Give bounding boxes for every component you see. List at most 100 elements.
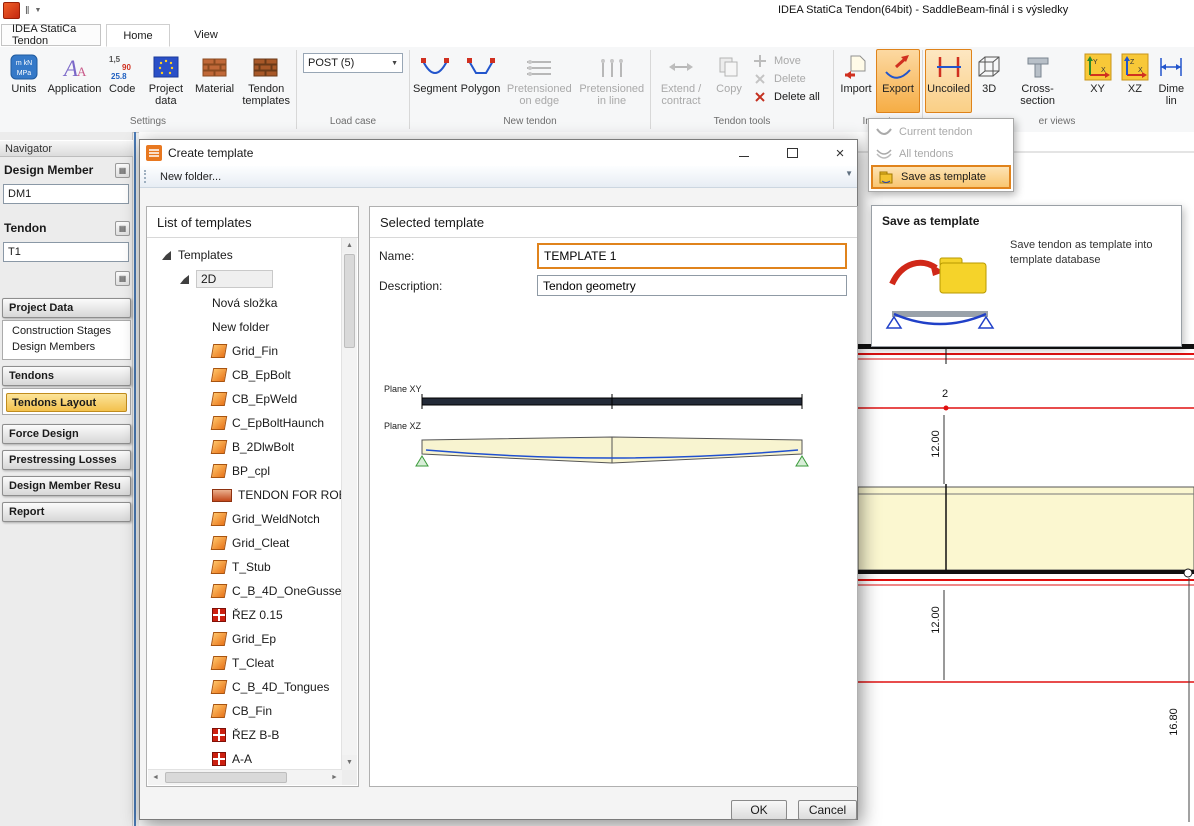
design-member-select[interactable]: DM1: [3, 184, 129, 204]
tree-item-tendon-for-rob[interactable]: TENDON FOR ROB: [148, 483, 342, 507]
tree-expander-icon[interactable]: [162, 251, 171, 260]
view-xz-button[interactable]: ZX XZ: [1116, 49, 1153, 113]
tree-horizontal-scrollbar[interactable]: ◄ ►: [148, 769, 342, 785]
section-icon: [212, 608, 226, 622]
cross-section-button[interactable]: Cross-section: [1006, 49, 1069, 113]
tree-item-grid-weldnotch[interactable]: Grid_WeldNotch: [148, 507, 342, 531]
tooltip-description: Save tendon as template into template da…: [1010, 238, 1174, 268]
qat-dropdown-icon[interactable]: ▼: [35, 7, 42, 14]
tree-item-ez-0-15[interactable]: ŘEZ 0.15: [148, 603, 342, 627]
toolbar-grip[interactable]: [144, 170, 149, 183]
nav-project-data-button[interactable]: Project Data: [2, 298, 131, 318]
import-button[interactable]: Import: [836, 49, 876, 113]
tree-item-t-stub[interactable]: T_Stub: [148, 555, 342, 579]
tree-vertical-scrollbar[interactable]: ▲ ▼: [341, 238, 357, 770]
dimension-lines-button[interactable]: Dime lin: [1154, 49, 1189, 113]
code-icon: 1,59025.8: [106, 52, 138, 82]
application-button[interactable]: AA Application: [46, 49, 104, 113]
nav-design-members-item[interactable]: Design Members: [3, 339, 130, 355]
template-name-input[interactable]: [537, 243, 847, 269]
tree-item-templates[interactable]: Templates: [148, 243, 342, 267]
dialog-titlebar[interactable]: Create template ×: [140, 140, 857, 167]
material-button[interactable]: Material: [191, 49, 239, 113]
tree-item-cb-fin[interactable]: CB_Fin: [148, 699, 342, 723]
minimize-button[interactable]: [735, 144, 753, 162]
tree-item-cb-epbolt[interactable]: CB_EpBolt: [148, 363, 342, 387]
tree-item-grid-cleat[interactable]: Grid_Cleat: [148, 531, 342, 555]
view-splitter[interactable]: [134, 132, 136, 826]
delete-all-button[interactable]: Delete all: [749, 88, 831, 106]
svg-text:Z: Z: [1130, 59, 1135, 66]
group-label-settings: Settings: [0, 115, 296, 129]
list-of-templates-panel: List of templates Templates2DNová složka…: [146, 206, 359, 787]
nav-prestressing-losses-button[interactable]: Prestressing Losses: [2, 450, 131, 470]
tree-item-c-b-4d-tongues[interactable]: C_B_4D_Tongues: [148, 675, 342, 699]
nav-tendons-button[interactable]: Tendons: [2, 366, 131, 386]
move-button: Move: [749, 52, 831, 70]
tree-item-cb-epweld[interactable]: CB_EpWeld: [148, 387, 342, 411]
new-folder-button[interactable]: New folder...: [154, 169, 227, 185]
tree-item-grid-fin[interactable]: Grid_Fin: [148, 339, 342, 363]
polygon-button[interactable]: Polygon: [458, 49, 503, 113]
scroll-left-icon[interactable]: ◄: [148, 774, 163, 781]
tab-view[interactable]: View: [176, 24, 236, 46]
load-case-select[interactable]: POST (5) ▼: [303, 53, 403, 73]
scroll-up-icon[interactable]: ▲: [342, 238, 357, 253]
tree-item-ez-b-b[interactable]: ŘEZ B-B: [148, 723, 342, 747]
tree-item-a-a[interactable]: A-A: [148, 747, 342, 770]
template-icon: [211, 512, 227, 526]
nav-design-member-results-button[interactable]: Design Member Resu: [2, 476, 131, 496]
svg-text:1,5: 1,5: [109, 55, 121, 64]
pin-icon[interactable]: ‖: [25, 5, 30, 17]
template-icon: [211, 584, 227, 598]
template-icon: [211, 368, 227, 382]
nav-tendons-layout-item[interactable]: Tendons Layout: [6, 393, 127, 412]
cancel-button[interactable]: Cancel: [798, 800, 857, 820]
material-icon: [199, 52, 231, 82]
menu-item-save-as-template[interactable]: Save as template: [871, 165, 1011, 189]
tree-item-nov-slo-ka[interactable]: Nová složka: [148, 291, 342, 315]
tab-home[interactable]: Home: [106, 24, 170, 47]
nav-construction-stages-item[interactable]: Construction Stages: [3, 323, 130, 339]
scrollbar-thumb[interactable]: [344, 254, 355, 348]
segment-button[interactable]: Segment: [412, 49, 458, 113]
ok-button[interactable]: OK: [731, 800, 787, 820]
export-button[interactable]: Export: [876, 49, 920, 113]
tree-item-grid-ep[interactable]: Grid_Ep: [148, 627, 342, 651]
close-icon[interactable]: ×: [831, 144, 849, 162]
uncoiled-button[interactable]: Uncoiled: [925, 49, 972, 113]
tree-item-new-folder[interactable]: New folder: [148, 315, 342, 339]
scroll-right-icon[interactable]: ►: [327, 774, 342, 781]
tree-item-label: ŘEZ 0.15: [232, 608, 283, 622]
tree-item-c-epbolthaunch[interactable]: C_EpBoltHaunch: [148, 411, 342, 435]
tendon-settings-button[interactable]: ▦: [115, 271, 130, 286]
tab-app-menu[interactable]: IDEA StatiCa Tendon: [1, 24, 101, 46]
project-data-button[interactable]: Project data: [141, 49, 191, 113]
tendon-templates-button[interactable]: Tendon templates: [238, 49, 294, 113]
tendon-menu-button[interactable]: ▦: [115, 221, 130, 236]
code-button[interactable]: 1,59025.8 Code: [103, 49, 141, 113]
app-icon[interactable]: [3, 2, 20, 19]
tree-expander-icon[interactable]: [180, 275, 189, 284]
3d-button[interactable]: 3D: [972, 49, 1006, 113]
tendon-select[interactable]: T1: [3, 242, 129, 262]
maximize-button[interactable]: [783, 144, 801, 162]
units-button[interactable]: m kNMPa Units: [2, 49, 46, 113]
scroll-down-icon[interactable]: ▼: [342, 755, 357, 770]
tree-item-t-cleat[interactable]: T_Cleat: [148, 651, 342, 675]
template-description-input[interactable]: [537, 275, 847, 296]
tree-item-b-2dlwbolt[interactable]: B_2DlwBolt: [148, 435, 342, 459]
scrollbar-thumb[interactable]: [165, 772, 287, 783]
tree-item-label: Nová složka: [212, 296, 277, 310]
tree-item-label: C_EpBoltHaunch: [232, 416, 324, 430]
navigator-header: Navigator: [0, 140, 133, 157]
tree-item-c-b-4d-onegusse[interactable]: C_B_4D_OneGusse: [148, 579, 342, 603]
tree-item-2d[interactable]: 2D: [148, 267, 342, 291]
toolbar-overflow-icon[interactable]: ▼: [845, 169, 853, 178]
view-xy-button[interactable]: YX XY: [1079, 49, 1116, 113]
nav-report-button[interactable]: Report: [2, 502, 131, 522]
design-member-menu-button[interactable]: ▦: [115, 163, 130, 178]
nav-force-design-button[interactable]: Force Design: [2, 424, 131, 444]
export-icon: [882, 52, 914, 82]
tree-item-bp-cpl[interactable]: BP_cpl: [148, 459, 342, 483]
